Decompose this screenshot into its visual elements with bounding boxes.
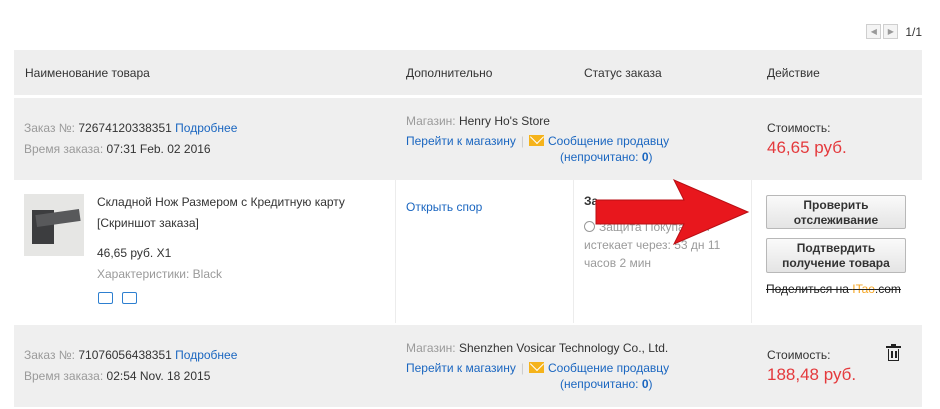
trash-icon[interactable] <box>886 344 901 361</box>
table-header: Наименование товара Дополнительно Статус… <box>14 50 922 95</box>
order-item-row: Складной Нож Размером с Кредитную карту … <box>14 180 922 323</box>
order-number: 72674120338351 <box>78 121 172 135</box>
pagination: ◀ ▶ 1/1 <box>866 24 922 39</box>
store-name: Henry Ho's Store <box>458 114 550 128</box>
details-link[interactable]: Подробнее <box>175 348 237 362</box>
product-thumbnail[interactable] <box>24 194 84 256</box>
chevron-right-icon[interactable]: ▶ <box>883 24 899 39</box>
mail-icon <box>529 135 544 146</box>
cost-label: Стоимость: <box>767 348 831 362</box>
order-number: 71076056438351 <box>78 348 172 362</box>
column-header-product: Наименование товара <box>25 66 150 80</box>
chevron-left-icon[interactable]: ◀ <box>866 24 882 39</box>
message-seller-link[interactable]: Сообщение продавцу <box>548 361 669 375</box>
share-brand: ITao <box>852 282 875 296</box>
order-time-line: Время заказа: 02:54 Nov. 18 2015 <box>24 369 211 383</box>
order-time: 02:54 Nov. 18 2015 <box>106 369 211 383</box>
confirm-receipt-button[interactable]: Подтвердить получение товара <box>766 238 906 273</box>
protection-expires-time: часов 2 мин <box>584 256 652 270</box>
order-number-line: Заказ №: 71076056438351 Подробнее <box>24 348 238 362</box>
order-time-line: Время заказа: 07:31 Feb. 02 2016 <box>24 142 211 156</box>
column-header-action: Действие <box>767 66 820 80</box>
check-tracking-button[interactable]: Проверить отслеживание <box>766 195 906 229</box>
message-seller-link[interactable]: Сообщение продавцу <box>548 134 669 148</box>
store-name: Shenzhen Vosicar Technology Co., Ltd. <box>458 341 669 355</box>
column-header-status: Статус заказа <box>584 66 662 80</box>
unread-count[interactable]: (непрочитано: 0) <box>560 150 653 164</box>
store-actions: Перейти к магазину | Сообщение продавцу <box>406 361 670 375</box>
order-header: Заказ №: 71076056438351 Подробнее Время … <box>14 325 922 407</box>
details-link[interactable]: Подробнее <box>175 121 237 135</box>
product-title[interactable]: Складной Нож Размером с Кредитную карту <box>97 195 345 209</box>
order-time: 07:31 Feb. 02 2016 <box>106 142 211 156</box>
truck-icon[interactable] <box>98 292 113 304</box>
store-line: Магазин: Shenzhen Vosicar Technology Co.… <box>406 341 669 355</box>
go-to-store-link[interactable]: Перейти к магазину <box>406 134 516 148</box>
characteristics: Характеристики: Black <box>97 267 222 281</box>
cost-value: 46,65 руб. <box>767 138 847 157</box>
order-header: Заказ №: 72674120338351 Подробнее Время … <box>14 98 922 180</box>
store-line: Магазин: Henry Ho's Store <box>406 114 550 128</box>
store-actions: Перейти к магазину | Сообщение продавцу <box>406 134 670 148</box>
price-quantity: 46,65 руб. X1 <box>97 246 172 260</box>
share-link[interactable]: Поделиться на ITao.com <box>766 282 901 296</box>
column-header-additional: Дополнительно <box>406 66 493 80</box>
snapshot-link[interactable]: [Скриншот заказа] <box>97 216 199 230</box>
go-to-store-link[interactable]: Перейти к магазину <box>406 361 516 375</box>
cost-value: 188,48 руб. <box>767 365 857 384</box>
cost-label: Стоимость: <box>767 121 831 135</box>
order-number-line: Заказ №: 72674120338351 Подробнее <box>24 121 238 135</box>
page-count: 1/1 <box>905 24 922 39</box>
return-icon[interactable] <box>122 292 137 304</box>
red-arrow-annotation <box>595 178 750 246</box>
mail-icon <box>529 362 544 373</box>
unread-count[interactable]: (непрочитано: 0) <box>560 377 653 391</box>
open-dispute-link[interactable]: Открыть спор <box>406 200 482 214</box>
